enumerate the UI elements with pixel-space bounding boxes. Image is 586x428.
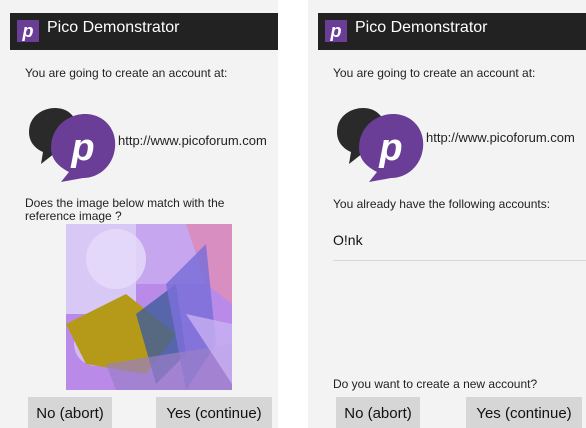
intro-text: You are going to create an account at: (333, 66, 536, 80)
existing-accounts-label: You already have the following accounts: (333, 197, 551, 211)
no-abort-button[interactable]: No (abort) (28, 397, 112, 428)
pico-logo-icon: p (337, 108, 424, 182)
left-screen: p Pico Demonstrator You are going to cre… (0, 0, 278, 428)
yes-continue-button[interactable]: Yes (continue) (466, 397, 582, 428)
app-icon: p (17, 20, 39, 42)
app-icon: p (325, 20, 347, 42)
app-title: Pico Demonstrator (47, 19, 180, 36)
site-url: http://www.picoforum.com (426, 130, 575, 145)
logo-letter: p (378, 127, 402, 169)
yes-continue-button[interactable]: Yes (continue) (156, 397, 272, 428)
no-abort-button[interactable]: No (abort) (336, 397, 420, 428)
list-divider (333, 260, 586, 261)
site-url: http://www.picoforum.com (118, 133, 267, 148)
app-title: Pico Demonstrator (355, 19, 488, 36)
logo-letter: p (70, 127, 94, 169)
create-account-question: Do you want to create a new account? (333, 377, 538, 391)
right-screen: p Pico Demonstrator You are going to cre… (308, 0, 586, 428)
match-question: Does the image below match with the refe… (25, 196, 225, 223)
account-item[interactable]: O!nk (333, 232, 363, 248)
intro-text: You are going to create an account at: (25, 66, 228, 80)
pico-logo-icon: p (29, 108, 116, 182)
captcha-image (66, 224, 232, 390)
